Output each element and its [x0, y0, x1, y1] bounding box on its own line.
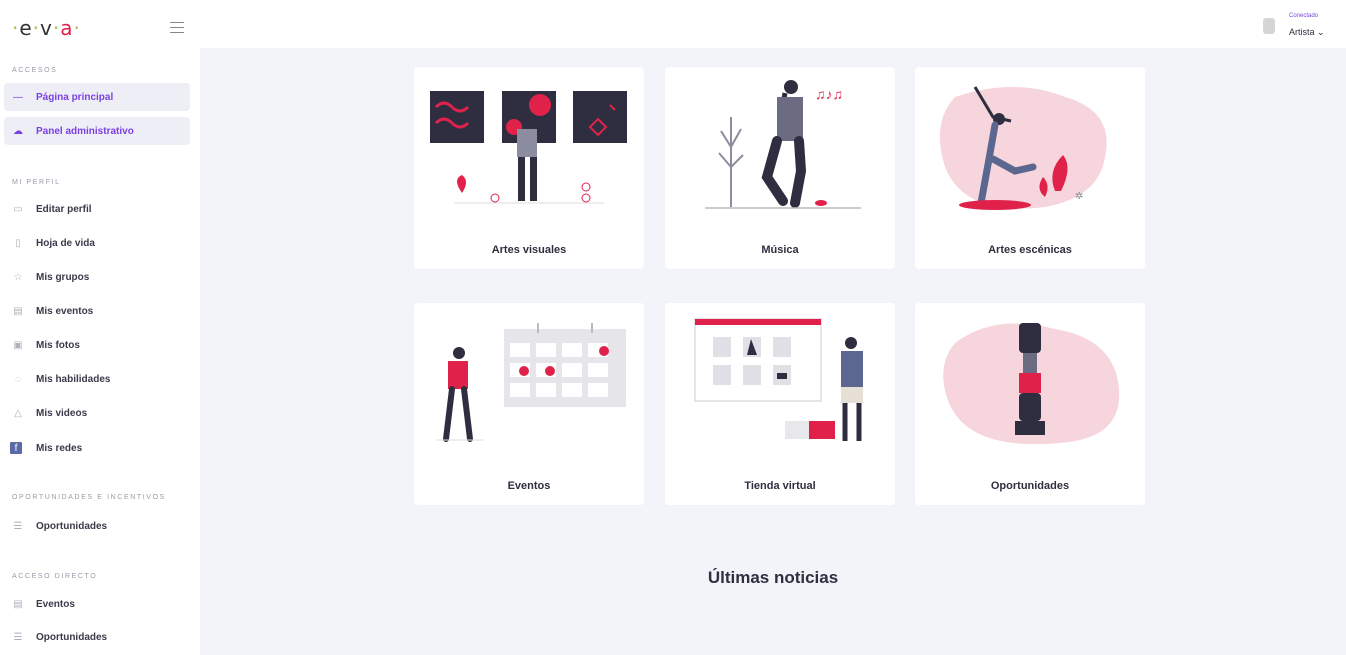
music-illustration: ♫♪♫ [705, 80, 861, 209]
latest-news-heading: Últimas noticias [707, 568, 839, 587]
sidebar-item-label: Mis grupos [36, 271, 90, 283]
section-title-mi-perfil: MI PERFIL [12, 179, 61, 186]
card-label: Tienda virtual [744, 480, 816, 492]
calendar-icon: ▤ [13, 305, 23, 317]
opportunity-illustration [943, 323, 1120, 445]
sidebar-item-mis-habilidades[interactable]: ◌ Mis habilidades [4, 365, 190, 393]
shop-illustration [694, 318, 863, 441]
user-status: Conectado [1289, 13, 1319, 19]
star-icon: ☆ [13, 271, 23, 283]
calendar-icon: ▤ [13, 598, 23, 610]
sidebar-item-mis-eventos[interactable]: ▤ Mis eventos [4, 297, 190, 325]
sidebar-item-label: Hoja de vida [36, 237, 95, 249]
dash-icon: — [13, 91, 23, 103]
sidebar-item-label: Oportunidades [36, 631, 108, 643]
sidebar-item-pagina-principal[interactable]: — Página principal [4, 83, 190, 111]
music-notes-icon: ♫♪♫ [815, 86, 843, 102]
sidebar-item-label: Mis eventos [36, 305, 94, 317]
sidebar-item-label: Eventos [36, 598, 75, 610]
eva-logo[interactable]: ·e·v·a· [12, 16, 81, 40]
card-label: Artes escénicas [988, 244, 1072, 256]
calendar-illustration [436, 323, 626, 442]
image-icon: ▣ [13, 339, 23, 351]
sidebar-item-editar-perfil[interactable]: ▭ Editar perfil [4, 195, 190, 223]
sidebar-item-label: Oportunidades [36, 520, 108, 532]
user-role-dropdown[interactable]: Artista ⌄ [1289, 27, 1325, 38]
card-eventos[interactable]: Eventos [414, 303, 644, 505]
briefcase-icon: ▭ [13, 203, 23, 215]
cloud-icon: ☁ [13, 125, 23, 137]
dancer-illustration: ✲ [939, 86, 1107, 210]
facebook-icon: f [10, 442, 22, 454]
avatar[interactable] [1263, 18, 1275, 34]
sidebar-item-label: Panel administrativo [36, 125, 134, 137]
gallery-illustration [430, 91, 627, 204]
sidebar-item-eventos-shortcut[interactable]: ▤ Eventos [4, 590, 190, 618]
sidebar-item-label: Página principal [36, 91, 114, 103]
sidebar: ·e·v·a· ACCESOS — Página principal ☁ Pan… [0, 0, 200, 655]
sidebar-item-label: Mis videos [36, 407, 88, 419]
card-label: Música [761, 244, 799, 256]
card-oportunidades[interactable]: Oportunidades [915, 303, 1145, 505]
sidebar-item-label: Mis fotos [36, 339, 80, 351]
video-icon: △ [14, 407, 22, 419]
card-label: Oportunidades [990, 480, 1070, 492]
card-artes-visuales[interactable]: Artes visuales [414, 67, 644, 269]
sidebar-item-label: Mis habilidades [36, 373, 111, 385]
sidebar-item-label: Mis redes [36, 442, 83, 454]
section-title-accesos: ACCESOS [12, 67, 58, 74]
section-title-oportunidades: OPORTUNIDADES E INCENTIVOS [12, 494, 166, 501]
spinner-icon: ◌ [15, 373, 21, 385]
card-label: Artes visuales [491, 244, 567, 256]
card-label: Eventos [507, 480, 551, 492]
card-tienda-virtual[interactable]: Tienda virtual [665, 303, 895, 505]
top-bar: Conectado Artista ⌄ [200, 0, 1346, 48]
sidebar-item-panel-administrativo[interactable]: ☁ Panel administrativo [4, 117, 190, 145]
sidebar-item-mis-grupos[interactable]: ☆ Mis grupos [4, 263, 190, 291]
sidebar-item-oportunidades-shortcut[interactable]: ☰ Oportunidades [4, 623, 190, 651]
sparkle-icon: ✲ [1075, 191, 1083, 202]
mic-icon: ▯ [15, 237, 21, 249]
sidebar-item-oportunidades[interactable]: ☰ Oportunidades [4, 512, 190, 540]
sidebar-item-label: Editar perfil [36, 203, 92, 215]
sidebar-item-mis-fotos[interactable]: ▣ Mis fotos [4, 331, 190, 359]
section-title-acceso-directo: ACCESO DIRECTO [12, 573, 98, 580]
sidebar-item-mis-videos[interactable]: △ Mis videos [4, 399, 190, 427]
list-icon: ☰ [13, 520, 23, 532]
sidebar-item-mis-redes[interactable]: f Mis redes [4, 434, 190, 462]
card-musica[interactable]: ♫♪♫ Música [665, 67, 895, 269]
list-icon: ☰ [13, 631, 23, 643]
sidebar-item-hoja-de-vida[interactable]: ▯ Hoja de vida [4, 229, 190, 257]
menu-toggle-icon[interactable] [170, 22, 184, 33]
card-artes-escenicas[interactable]: ✲ Artes escénicas [915, 67, 1145, 269]
